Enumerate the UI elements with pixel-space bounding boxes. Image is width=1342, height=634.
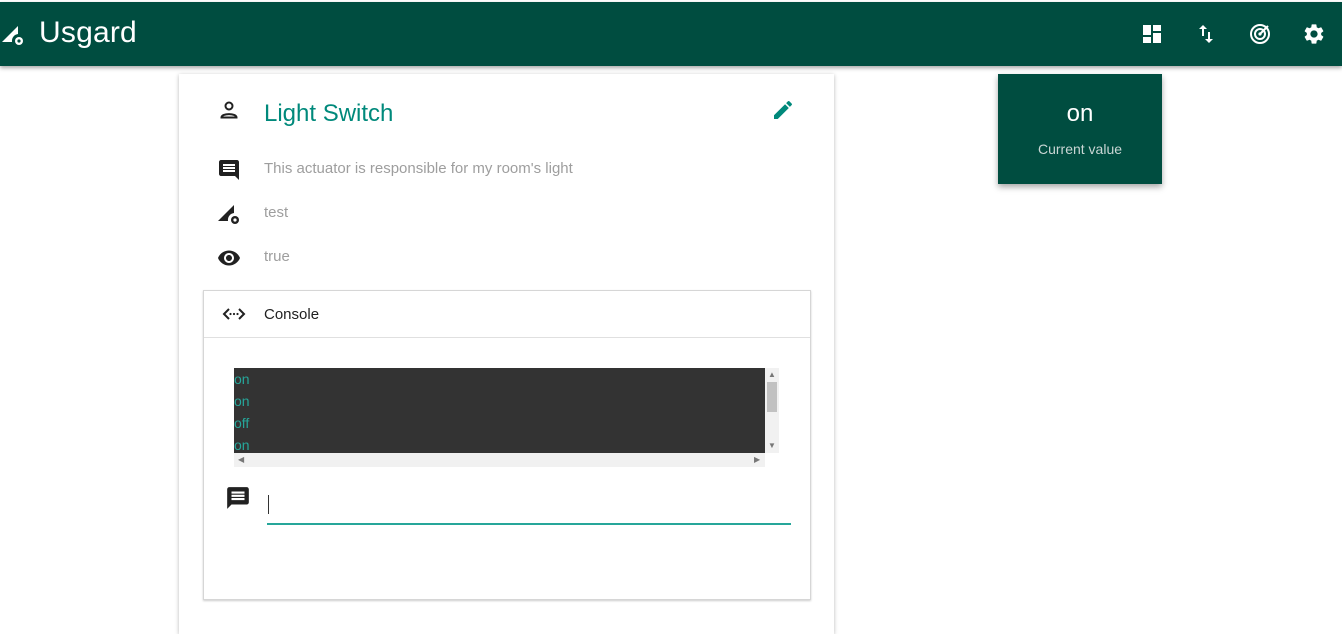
device-card: Light Switch This actuator is responsibl…	[179, 74, 834, 634]
scroll-left-arrow-icon[interactable]: ◀	[238, 456, 244, 464]
visibility-icon	[218, 250, 240, 266]
console-panel: Console on on off on ▲ ▼ ◀ ▶	[203, 290, 811, 600]
current-value-label: Current value	[1037, 141, 1123, 157]
settings-icon[interactable]	[1302, 22, 1326, 46]
log-line: on	[234, 393, 250, 409]
log-line: off	[234, 415, 250, 431]
app-title: Usgard	[39, 16, 137, 49]
comment-icon	[219, 160, 239, 180]
console-header[interactable]: Console	[204, 291, 810, 338]
person-icon	[220, 101, 238, 119]
current-value: on	[1066, 100, 1094, 127]
console-title: Console	[264, 306, 320, 323]
log-line: on	[234, 371, 250, 387]
device-type-icon	[218, 205, 239, 224]
code-icon	[222, 308, 246, 320]
dashboard-icon[interactable]	[1140, 22, 1164, 46]
device-description: This actuator is responsible for my room…	[264, 160, 573, 177]
top-app-bar: Usgard	[0, 2, 1342, 66]
scroll-down-arrow-icon[interactable]: ▼	[768, 442, 776, 450]
device-name: Light Switch	[264, 100, 394, 127]
device-type: test	[264, 204, 289, 221]
console-log[interactable]: on on off on	[234, 368, 765, 453]
text-caret	[268, 495, 269, 514]
current-value-card: on Current value	[998, 74, 1162, 184]
log-line: on	[234, 437, 250, 453]
scroll-right-arrow-icon[interactable]: ▶	[754, 456, 760, 464]
radar-icon[interactable]	[1248, 22, 1272, 46]
message-icon	[227, 487, 249, 509]
console-message-input[interactable]	[267, 485, 791, 525]
scroll-up-arrow-icon[interactable]: ▲	[768, 371, 776, 379]
console-input-wrapper	[267, 485, 791, 527]
log-horizontal-scrollbar[interactable]: ◀ ▶	[234, 453, 765, 467]
swap-vert-icon[interactable]	[1194, 22, 1218, 46]
device-visibility: true	[264, 248, 290, 265]
scroll-thumb[interactable]	[767, 382, 777, 412]
edit-icon[interactable]	[771, 98, 795, 122]
log-vertical-scrollbar[interactable]: ▲ ▼	[765, 368, 779, 453]
brand-logo-icon	[2, 26, 23, 45]
